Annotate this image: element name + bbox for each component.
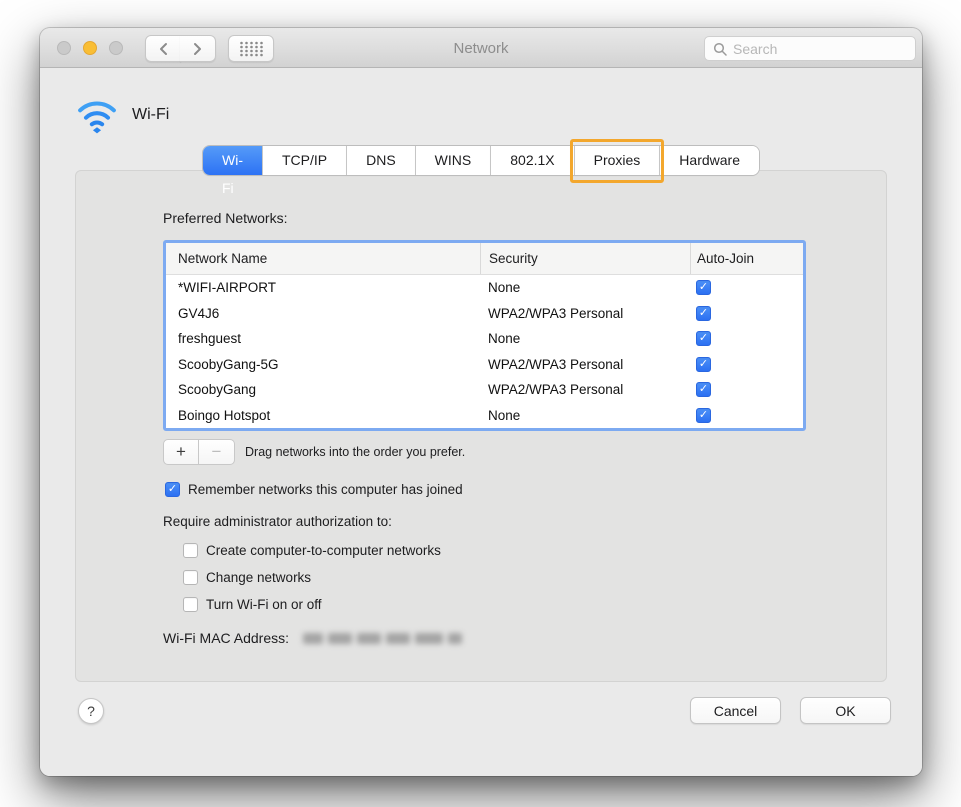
wifi-icon: [75, 94, 119, 134]
tab-802-1x[interactable]: 802.1X: [491, 146, 575, 175]
security-cell: None: [488, 331, 521, 347]
tab-label: WINS: [434, 152, 472, 168]
auto-join-checkbox[interactable]: [696, 331, 711, 347]
table-header: Network Name Security Auto-Join: [166, 243, 803, 275]
tab-label: Proxies: [593, 152, 641, 168]
security-cell: None: [488, 407, 521, 423]
network-name-cell: ScoobyGang: [178, 382, 257, 398]
network-name-cell: freshguest: [178, 331, 242, 347]
admin-option-row: Create computer-to-computer networks: [183, 543, 441, 558]
auto-join-cell: [690, 280, 803, 296]
add-network-button[interactable]: +: [163, 439, 199, 465]
tab-label: Hardware: [679, 152, 741, 168]
cancel-button[interactable]: Cancel: [690, 697, 781, 724]
tab-wins[interactable]: WINS: [415, 146, 492, 175]
table-row[interactable]: ScoobyGang-5G WPA2/WPA3 Personal: [166, 351, 803, 377]
auto-join-cell: [690, 331, 803, 347]
auto-join-checkbox[interactable]: [696, 305, 711, 321]
mac-address-label: Wi-Fi MAC Address:: [163, 630, 290, 646]
remember-networks-checkbox[interactable]: [165, 482, 180, 497]
mac-address-row: Wi-Fi MAC Address:: [163, 630, 463, 646]
remember-networks-row: Remember networks this computer has join…: [165, 482, 463, 497]
remove-network-button[interactable]: −: [199, 439, 235, 465]
admin-option-label: Change networks: [206, 570, 312, 585]
auto-join-cell: [690, 305, 803, 321]
tab-hardware[interactable]: Hardware: [660, 146, 760, 175]
auto-join-checkbox[interactable]: [696, 382, 711, 398]
tab-tcp-ip[interactable]: TCP/IP: [262, 146, 348, 175]
column-header-network-name[interactable]: Network Name: [166, 243, 480, 274]
security-cell: WPA2/WPA3 Personal: [488, 356, 624, 372]
help-button[interactable]: ?: [78, 698, 104, 724]
auto-join-cell: [690, 407, 803, 423]
network-name-cell: GV4J6: [178, 305, 220, 321]
admin-option-label: Create computer-to-computer networks: [206, 543, 441, 558]
table-row[interactable]: freshguest None: [166, 326, 803, 352]
table-row[interactable]: GV4J6 WPA2/WPA3 Personal: [166, 300, 803, 326]
ok-button[interactable]: OK: [800, 697, 891, 724]
security-cell: WPA2/WPA3 Personal: [488, 382, 624, 398]
network-name-cell: Boingo Hotspot: [178, 407, 271, 423]
question-mark-icon: ?: [87, 703, 95, 719]
minus-icon: −: [211, 442, 222, 461]
tab-label: DNS: [366, 152, 396, 168]
preferred-networks-label: Preferred Networks:: [163, 210, 288, 226]
tab-label: TCP/IP: [281, 152, 328, 168]
search-field[interactable]: [704, 36, 916, 61]
search-icon: [713, 42, 727, 56]
admin-option-checkbox[interactable]: [183, 570, 198, 585]
admin-option-checkbox[interactable]: [183, 597, 198, 612]
table-row[interactable]: ScoobyGang WPA2/WPA3 Personal: [166, 377, 803, 403]
title-bar: Network: [40, 28, 922, 68]
admin-option-row: Turn Wi-Fi on or off: [183, 597, 322, 612]
mac-address-redacted: [303, 632, 463, 644]
admin-option-label: Turn Wi-Fi on or off: [206, 597, 322, 612]
tab-dns[interactable]: DNS: [347, 146, 416, 175]
auto-join-cell: [690, 356, 803, 372]
tab-bar: Wi-Fi TCP/IP DNS WINS 802.1X Proxies Hardware: [202, 139, 760, 196]
content-area: Wi-Fi Wi-Fi TCP/IP DNS WINS 802.1X Proxies Har…: [40, 68, 922, 776]
connection-name: Wi-Fi: [132, 106, 170, 123]
preferred-networks-table: Network Name Security Auto-Join *WIFI-AI…: [163, 240, 806, 431]
network-table-body: *WIFI-AIRPORT None GV4J6 WPA2/WPA3 Personal…: [166, 275, 803, 428]
column-header-security[interactable]: Security: [480, 243, 690, 274]
column-header-auto-join[interactable]: Auto-Join: [690, 243, 803, 274]
tab-label: 802.1X: [510, 152, 555, 168]
admin-authorization-label: Require administrator authorization to:: [163, 514, 392, 529]
table-row[interactable]: *WIFI-AIRPORT None: [166, 275, 803, 301]
search-input[interactable]: [733, 40, 907, 57]
network-list-actions: + −: [163, 439, 235, 465]
remember-networks-label: Remember networks this computer has join…: [188, 482, 463, 497]
auto-join-cell: [690, 382, 803, 398]
tab-proxies[interactable]: Proxies: [569, 139, 665, 183]
security-cell: WPA2/WPA3 Personal: [488, 305, 624, 321]
security-cell: None: [488, 280, 521, 296]
tab-wi-fi[interactable]: Wi-Fi: [202, 146, 263, 196]
admin-option-checkbox[interactable]: [183, 543, 198, 558]
network-name-cell: *WIFI-AIRPORT: [178, 280, 277, 296]
network-name-cell: ScoobyGang-5G: [178, 356, 279, 372]
auto-join-checkbox[interactable]: [696, 407, 711, 423]
auto-join-checkbox[interactable]: [696, 356, 711, 372]
network-preferences-window: Network Wi-Fi Wi-Fi TCP/IP DNS WINS 802.1X Pr…: [40, 28, 922, 776]
auto-join-checkbox[interactable]: [696, 280, 711, 296]
admin-option-row: Change networks: [183, 570, 311, 585]
drag-hint-text: Drag networks into the order you prefer.: [245, 445, 466, 459]
table-row[interactable]: Boingo Hotspot None: [166, 402, 803, 428]
plus-icon: +: [176, 442, 186, 461]
